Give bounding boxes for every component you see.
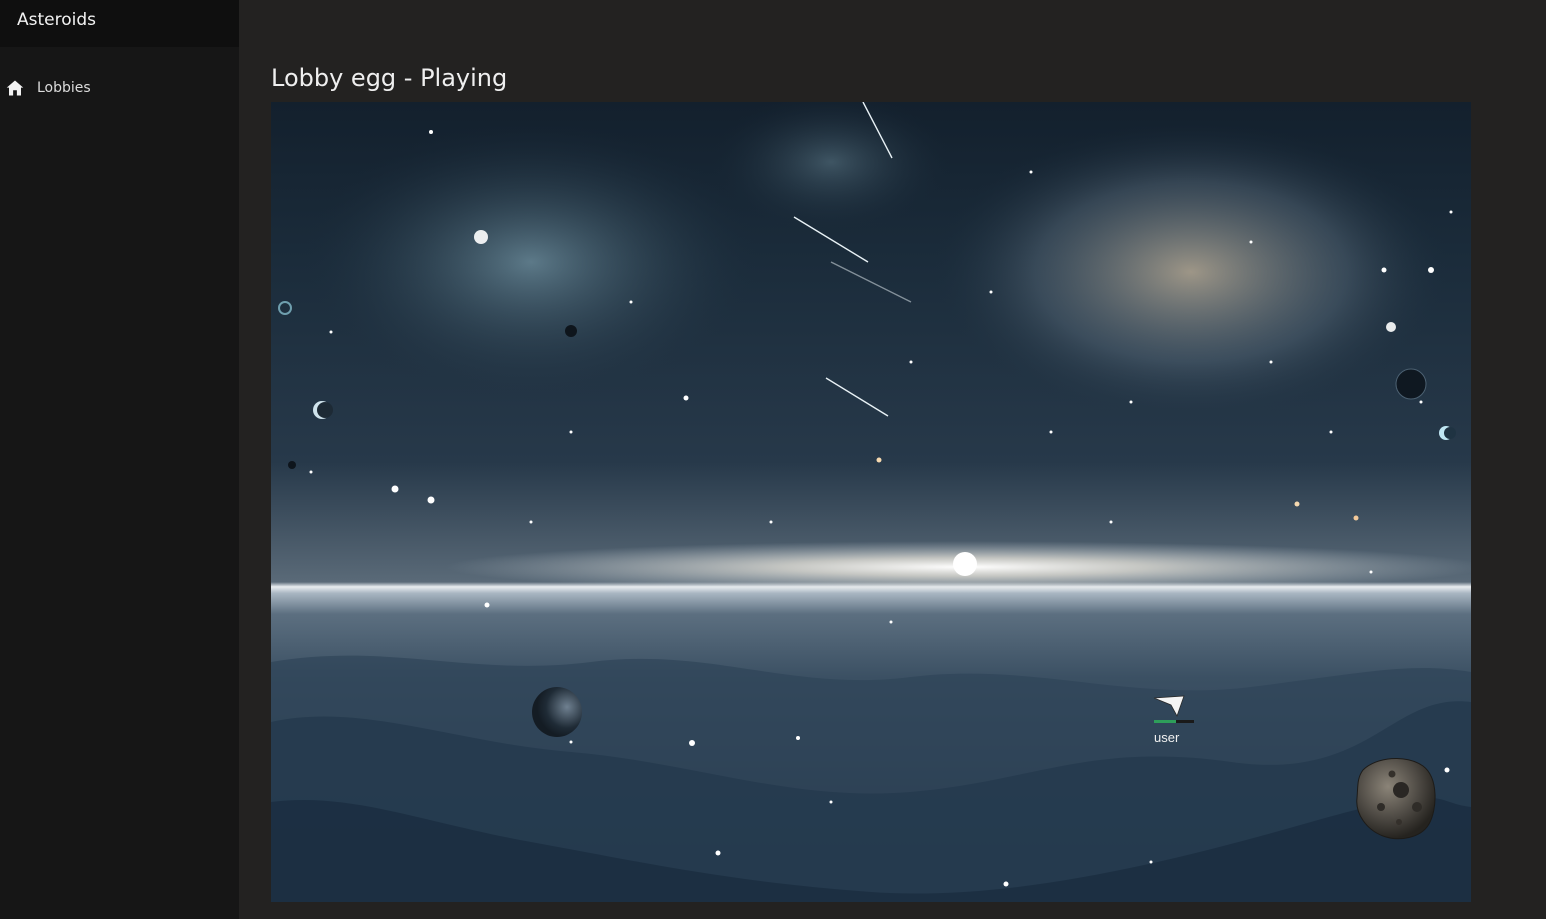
sidebar: Asteroids Lobbies [0, 0, 239, 919]
space-background [271, 102, 1471, 902]
app-title[interactable]: Asteroids [0, 0, 239, 47]
main-content: Lobby egg - Playing user [239, 0, 1546, 919]
sidebar-item-lobbies[interactable]: Lobbies [0, 77, 239, 99]
game-canvas[interactable]: user [271, 102, 1471, 902]
sidebar-item-label: Lobbies [37, 80, 91, 96]
sun [953, 552, 977, 576]
player-health-bar-fill [1154, 720, 1176, 723]
nebula-right [931, 122, 1451, 422]
nebula-left [301, 122, 761, 402]
player-name-label: user [1154, 730, 1180, 745]
dark-moon [532, 687, 582, 737]
page-title: Lobby egg - Playing [271, 64, 508, 92]
home-icon [6, 80, 24, 96]
asteroid [1356, 757, 1436, 840]
